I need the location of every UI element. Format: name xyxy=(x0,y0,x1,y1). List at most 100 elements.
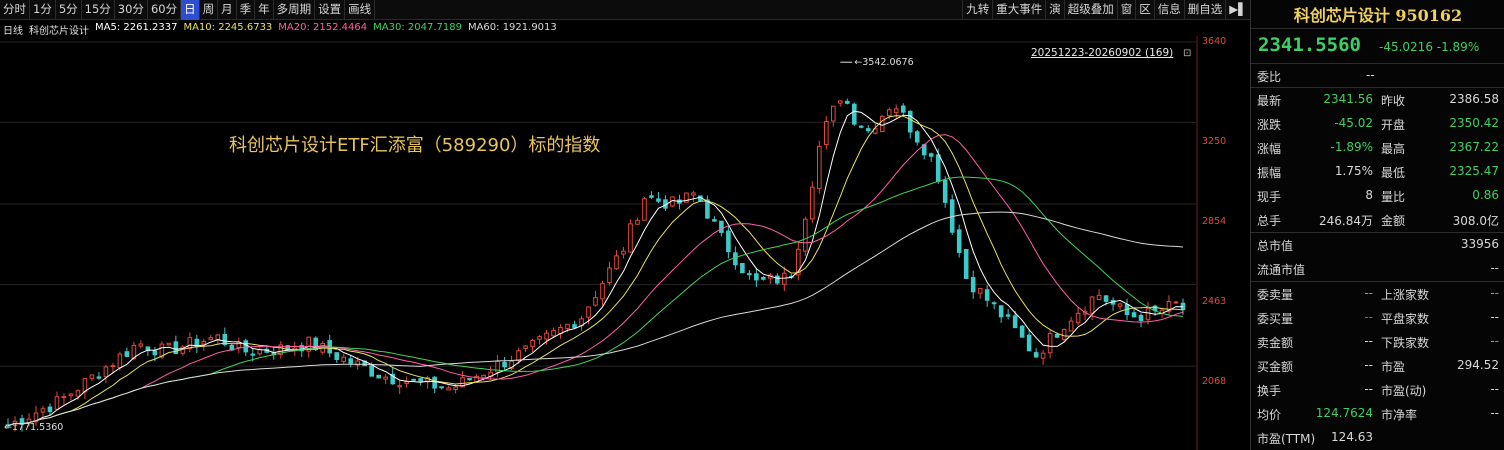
toolbar-action-button[interactable]: 演 xyxy=(1045,0,1064,20)
ma30-value: MA30: 2047.7189 xyxy=(373,22,462,33)
quote-panel: 科创芯片设计 950162 2341.5560 -45.0216 -1.89% … xyxy=(1250,0,1504,450)
candle-body xyxy=(1103,295,1109,302)
ma20-value: MA20: 2152.4464 xyxy=(278,22,368,33)
candle-body xyxy=(649,195,654,198)
period-tab[interactable]: 月 xyxy=(218,0,237,20)
candle-body xyxy=(851,103,857,125)
toolbar-action-button[interactable]: ▶▌ xyxy=(1225,0,1250,20)
lock-icon[interactable]: ⊡ xyxy=(1183,48,1191,59)
period-tab[interactable]: 15分 xyxy=(82,0,115,20)
period-tab[interactable]: 季 xyxy=(237,0,256,20)
index-name: 科创芯片设计 xyxy=(29,26,89,37)
candle-body xyxy=(886,109,892,117)
candle-body xyxy=(865,128,871,132)
candle-body xyxy=(250,353,256,356)
quote-row: 均价 124.7624 市净率 -- xyxy=(1251,402,1504,426)
y-tick-label: 2854 xyxy=(1202,216,1227,227)
candle-body xyxy=(593,297,598,306)
quote-value: 2367.22 xyxy=(1449,140,1499,154)
quote-row: 涨跌 -45.02 开盘 2350.42 xyxy=(1251,112,1504,136)
candle-body xyxy=(900,105,906,113)
panel-title: 科创芯片设计 950162 xyxy=(1293,6,1463,25)
quote-value: 2341.56 xyxy=(1323,92,1373,106)
period-tab[interactable]: 日 xyxy=(181,0,200,20)
quote-label: 买金额 xyxy=(1257,360,1294,374)
candle-body xyxy=(928,153,934,157)
period-tab[interactable]: 多周期 xyxy=(274,0,316,20)
period-label: 日线 xyxy=(3,26,23,37)
candle-body xyxy=(1075,312,1081,324)
ma-legend: 日线 科创芯片设计 MA5: 2261.2337 MA10: 2245.6733… xyxy=(3,22,557,37)
toolbar-action-button[interactable]: 信息 xyxy=(1153,0,1184,20)
quote-label: 量比 xyxy=(1381,190,1406,204)
quote-label: 涨幅 xyxy=(1257,142,1282,156)
toolbar-action-button[interactable]: 删自选 xyxy=(1183,0,1226,20)
float-mv-row: 流通市值 -- xyxy=(1251,257,1504,281)
toolbar-action-button[interactable]: 区 xyxy=(1135,0,1154,20)
kline-chart[interactable]: ←3542.0676 ←1771.5360 xyxy=(0,36,1250,450)
candle-body xyxy=(1047,333,1053,354)
quote-row: 委买量 -- 平盘家数 -- xyxy=(1251,306,1504,330)
period-tab[interactable]: 30分 xyxy=(115,0,148,20)
candle-body xyxy=(96,376,102,379)
period-tab[interactable]: 画线 xyxy=(345,0,376,20)
candle-body xyxy=(418,378,423,382)
ma5-value: MA5: 2261.2337 xyxy=(95,22,178,33)
period-tab[interactable]: 周 xyxy=(200,0,219,20)
candle-body xyxy=(257,349,263,355)
quote-value: 2325.47 xyxy=(1449,164,1499,178)
date-range-label[interactable]: 20251223-20260902 (169) xyxy=(1031,47,1173,59)
y-tick-label: 3640 xyxy=(1202,36,1227,47)
period-tab[interactable]: 年 xyxy=(255,0,274,20)
candle-body xyxy=(61,396,67,399)
candle-body xyxy=(726,230,731,253)
period-tab[interactable]: 分时 xyxy=(0,0,30,20)
candle-body xyxy=(942,179,948,203)
candle-body xyxy=(453,386,458,390)
quote-label: 均价 xyxy=(1257,408,1282,422)
candle-body xyxy=(117,353,123,369)
period-tab[interactable]: 60分 xyxy=(148,0,182,20)
candle-body xyxy=(914,131,920,143)
quote-label: 上涨家数 xyxy=(1381,288,1430,302)
candle-body xyxy=(998,305,1004,318)
quote-value: 8 xyxy=(1365,188,1373,202)
candle-body xyxy=(544,332,549,340)
candle-body xyxy=(879,115,885,132)
quote-row: 换手 -- 市盈(动) -- xyxy=(1251,378,1504,402)
quote-row: 委卖量 -- 上涨家数 -- xyxy=(1251,282,1504,306)
candle-body xyxy=(893,108,899,113)
quote-label: 开盘 xyxy=(1381,118,1406,132)
candle-body xyxy=(635,219,640,225)
candle-body xyxy=(551,329,556,337)
quote-value: 308.0亿 xyxy=(1452,214,1499,228)
high-label: ←3542.0676 xyxy=(854,57,913,68)
candle-body xyxy=(334,352,340,360)
quote-value: -- xyxy=(1364,358,1373,372)
toolbar-action-button[interactable]: 九转 xyxy=(962,0,992,20)
candle-body xyxy=(215,334,221,340)
toolbar-action-button[interactable]: 超级叠加 xyxy=(1063,0,1117,20)
period-tab[interactable]: 设置 xyxy=(315,0,346,20)
candle-body xyxy=(166,342,172,346)
weibi-row: 委比 -- xyxy=(1251,64,1504,88)
candle-body xyxy=(1173,301,1179,304)
period-tabs: 分时 1分 5分 15分 30分 60分日周月季年多周期 设置 画线 xyxy=(0,0,376,20)
candle-body xyxy=(516,350,521,362)
weibi-label: 委比 xyxy=(1257,70,1282,84)
toolbar-action-button[interactable]: 窗 xyxy=(1116,0,1136,20)
total-mv-row: 总市值 33956 xyxy=(1251,233,1504,257)
period-tab[interactable]: 1分 xyxy=(30,0,56,20)
candle-body xyxy=(837,100,843,104)
candle-body xyxy=(642,198,647,221)
candle-body xyxy=(1040,352,1046,359)
candle-body xyxy=(82,377,88,393)
candle-body xyxy=(963,248,969,279)
toolbar-action-button[interactable]: 重大事件 xyxy=(992,0,1045,20)
candle-body xyxy=(523,345,528,349)
toolbar-right-actions: 九转 重大事件演超级叠加窗区信息 删自选 ▶▌ xyxy=(962,0,1250,20)
period-tab[interactable]: 5分 xyxy=(56,0,82,20)
candle-body xyxy=(586,306,591,318)
candle-body xyxy=(600,283,605,300)
quote-label: 市盈 xyxy=(1381,360,1406,374)
